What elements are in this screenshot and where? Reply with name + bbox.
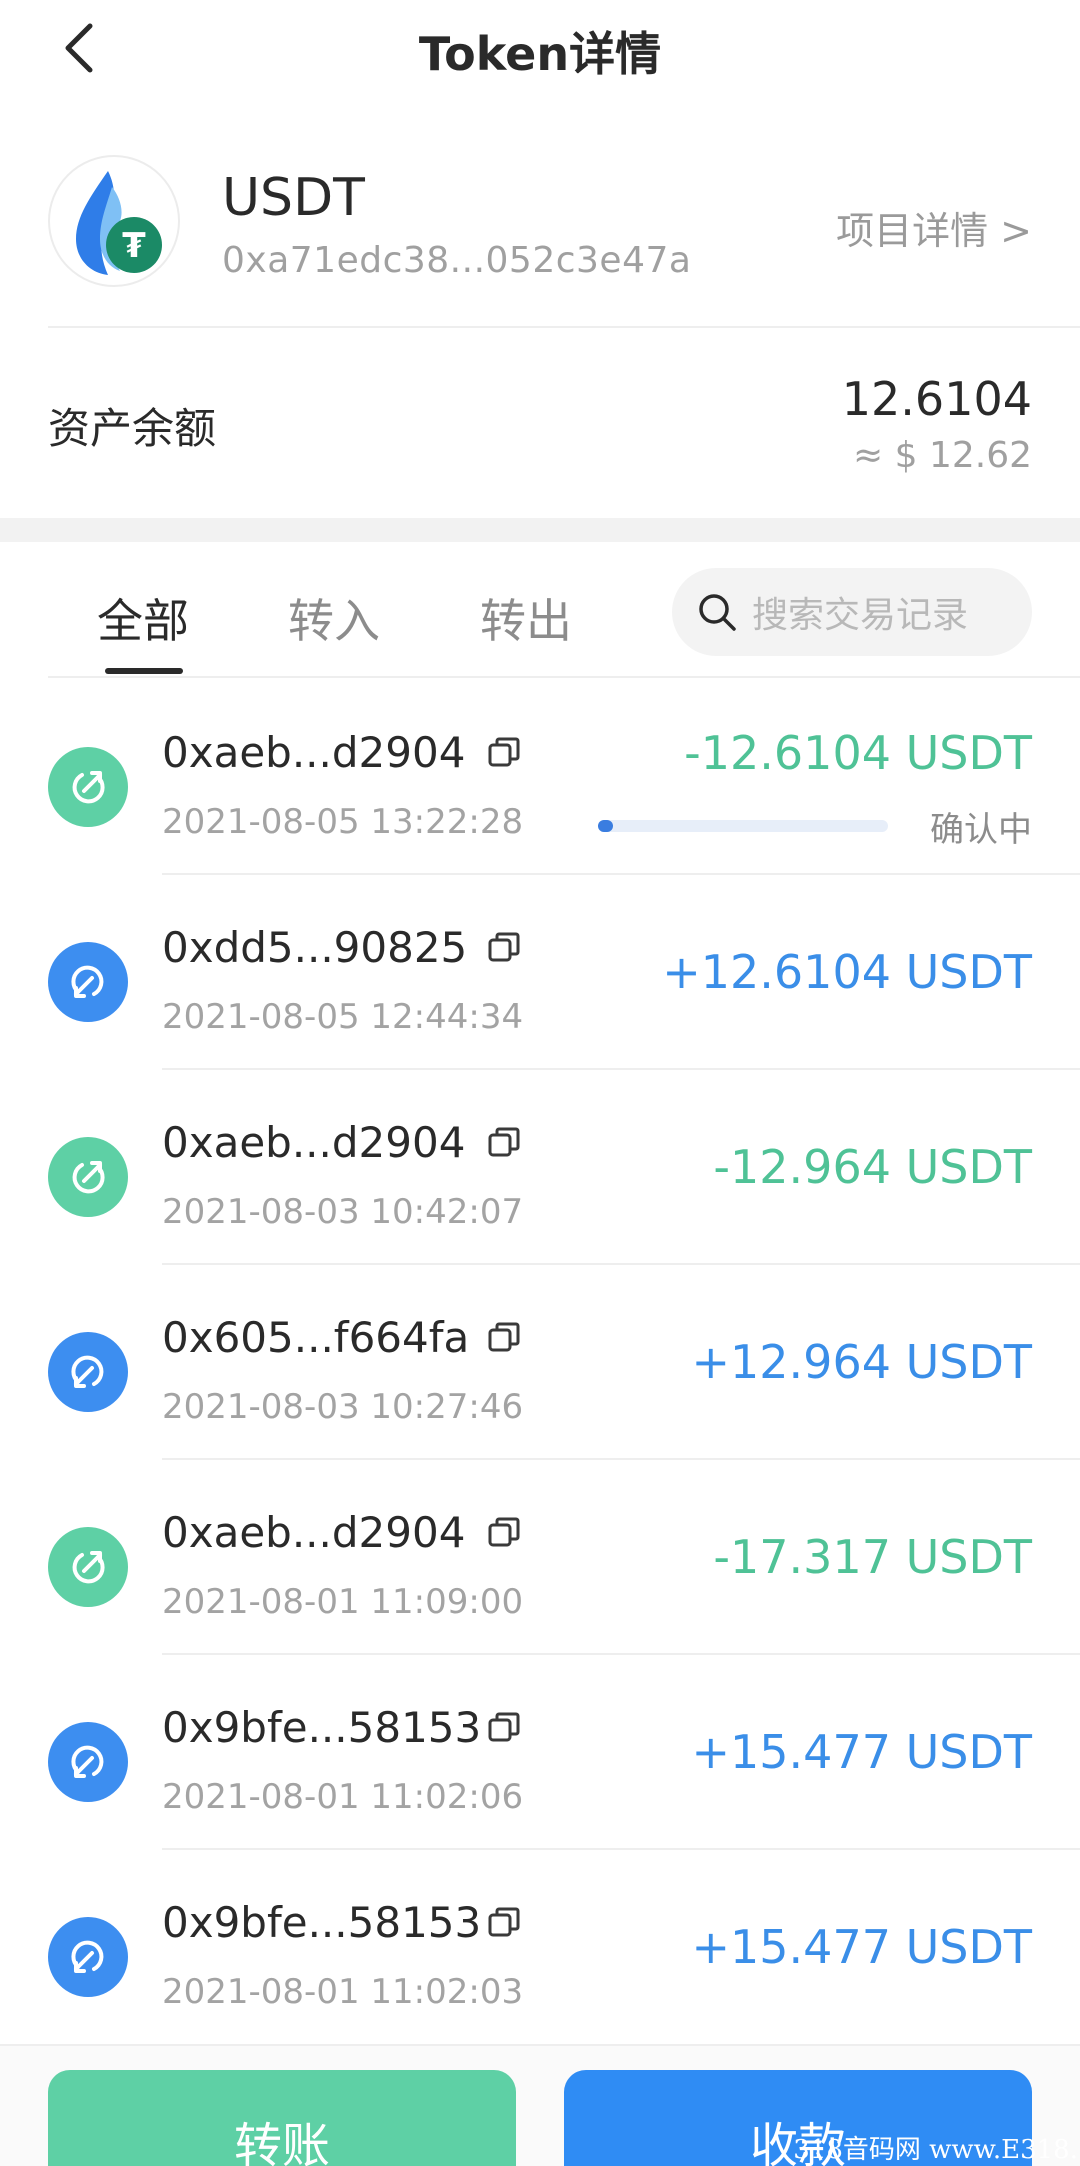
transaction-amount: -12.964 USDT [713, 1140, 1032, 1194]
transaction-hash: 0x9bfe...58153 [162, 1898, 482, 1947]
watermark: 318音码网 www.E318. [793, 2135, 1078, 2165]
page-title: Token详情 [418, 27, 662, 81]
transaction-row[interactable]: 0xaeb...d2904 2021-08-01 11:09:00 -17.317 … [0, 1460, 1080, 1655]
transaction-time: 2021-08-01 11:02:06 [162, 1777, 524, 1817]
search-placeholder: 搜索交易记录 [752, 595, 969, 636]
send-icon [48, 1527, 128, 1607]
transaction-hash: 0xaeb...d2904 [162, 1508, 466, 1557]
transaction-amount: +15.477 USDT [691, 1920, 1032, 1974]
usdt-symbol: ₮ [122, 226, 146, 266]
copy-icon[interactable] [486, 930, 522, 966]
transaction-row[interactable]: 0xdd5...90825 2021-08-05 12:44:34 +12.6104… [0, 875, 1080, 1070]
search-input[interactable]: 搜索交易记录 [672, 568, 1032, 656]
receive-icon [48, 1722, 128, 1802]
balance-fiat: ≈ $ 12.62 [852, 435, 1032, 476]
transaction-row[interactable]: 0x605...f664fa 2021-08-03 10:27:46 +12.964… [0, 1265, 1080, 1460]
transaction-time: 2021-08-05 12:44:34 [162, 997, 524, 1037]
project-details-link[interactable]: 项目详情 > [836, 200, 1032, 255]
transaction-row[interactable]: 0x9bfe...58153 2021-08-01 11:02:03 +15.477… [0, 1850, 1080, 2045]
section-gap [0, 518, 1080, 542]
search-icon [699, 594, 736, 631]
transaction-hash: 0x9bfe...58153 [162, 1703, 482, 1752]
usdt-drop-icon: ₮ [76, 171, 162, 275]
transaction-amount: +15.477 USDT [691, 1725, 1032, 1779]
copy-icon[interactable] [486, 1320, 522, 1356]
transaction-amount: +12.964 USDT [691, 1335, 1032, 1389]
copy-icon[interactable] [486, 1905, 522, 1941]
transaction-time: 2021-08-05 13:22:28 [162, 802, 524, 842]
token-logo: ₮ [48, 155, 180, 287]
receive-icon [48, 1917, 128, 1997]
transaction-amount: -12.6104 USDT [684, 726, 1032, 780]
progress-fill [598, 820, 613, 832]
transaction-row[interactable]: 0xaeb...d2904 2021-08-05 13:22:28 -12.6104… [0, 680, 1080, 875]
copy-icon[interactable] [486, 1710, 522, 1746]
transaction-row[interactable]: 0x9bfe...58153 2021-08-01 11:02:06 +15.477… [0, 1655, 1080, 1850]
tab-incoming[interactable]: 转入 [288, 585, 380, 651]
token-address: 0xa71edc38...052c3e47a [222, 240, 692, 281]
confirmation-progress-bar [598, 820, 888, 832]
copy-icon[interactable] [486, 735, 522, 771]
receive-icon [48, 942, 128, 1022]
transfer-button[interactable]: 转账 [48, 2070, 516, 2166]
transaction-amount: -17.317 USDT [713, 1530, 1032, 1584]
balance-value: 12.6104 [841, 372, 1032, 426]
copy-icon[interactable] [486, 1125, 522, 1161]
send-icon [48, 1137, 128, 1217]
transaction-amount: +12.6104 USDT [662, 945, 1032, 999]
transaction-hash: 0xaeb...d2904 [162, 1118, 466, 1167]
transaction-status: 确认中 [930, 810, 1032, 850]
transaction-row[interactable]: 0xaeb...d2904 2021-08-03 10:42:07 -12.964 … [0, 1070, 1080, 1265]
balance-label: 资产余额 [48, 404, 217, 453]
tab-indicator [105, 668, 183, 674]
copy-icon[interactable] [486, 1515, 522, 1551]
send-icon [48, 747, 128, 827]
transaction-hash: 0xdd5...90825 [162, 923, 468, 972]
transaction-hash: 0x605...f664fa [162, 1313, 470, 1362]
divider [48, 676, 1080, 678]
tab-outgoing[interactable]: 转出 [480, 585, 572, 651]
transaction-time: 2021-08-01 11:02:03 [162, 1972, 524, 2012]
transaction-time: 2021-08-03 10:27:46 [162, 1387, 524, 1427]
tab-all[interactable]: 全部 [97, 585, 189, 651]
token-symbol: USDT [222, 168, 365, 228]
header: Token详情 [0, 0, 1080, 100]
transaction-time: 2021-08-03 10:42:07 [162, 1192, 524, 1232]
transaction-hash: 0xaeb...d2904 [162, 728, 466, 777]
receive-icon [48, 1332, 128, 1412]
transaction-time: 2021-08-01 11:09:00 [162, 1582, 524, 1622]
divider [48, 326, 1080, 328]
